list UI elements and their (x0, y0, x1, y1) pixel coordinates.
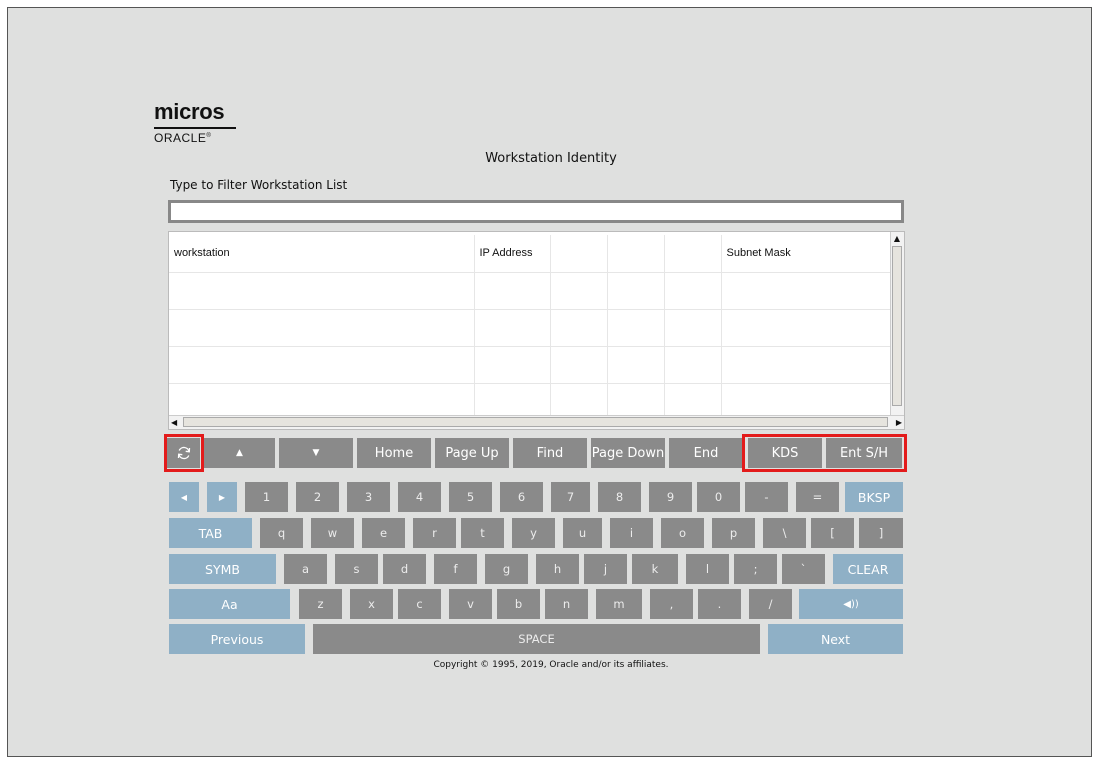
key-7[interactable]: 7 (551, 482, 590, 512)
key-left-arrow[interactable]: ◀ (169, 482, 199, 512)
key-d[interactable]: d (383, 554, 426, 584)
col-header-blank-3 (664, 235, 722, 273)
scroll-up-button[interactable]: ▲ (204, 438, 275, 468)
key-n[interactable]: n (545, 589, 588, 619)
key-b[interactable]: b (497, 589, 540, 619)
key-backslash[interactable]: \ (763, 518, 806, 548)
key-x[interactable]: x (350, 589, 393, 619)
key-previous[interactable]: Previous (169, 624, 305, 654)
key-e[interactable]: e (362, 518, 405, 548)
page-up-button[interactable]: Page Up (435, 438, 509, 468)
key-backtick[interactable]: ` (782, 554, 825, 584)
key-equals[interactable]: = (796, 482, 839, 512)
key-clear[interactable]: CLEAR (833, 554, 903, 584)
key-speaker[interactable]: ◀)) (799, 589, 903, 619)
key-m[interactable]: m (596, 589, 642, 619)
key-0[interactable]: 0 (697, 482, 740, 512)
col-header-ip-address: IP Address (474, 235, 551, 273)
key-symb[interactable]: SYMB (169, 554, 276, 584)
speaker-icon: ◀)) (843, 598, 859, 610)
key-3[interactable]: 3 (347, 482, 390, 512)
arrow-down-icon: ▼ (312, 448, 320, 458)
scroll-down-button[interactable]: ▼ (279, 438, 353, 468)
key-a[interactable]: a (284, 554, 327, 584)
horizontal-scroll-thumb[interactable] (183, 417, 888, 427)
col-header-blank-1 (550, 235, 608, 273)
scroll-left-icon[interactable]: ◀ (171, 416, 177, 429)
arrow-up-icon: ▲ (236, 448, 243, 458)
key-period[interactable]: . (698, 589, 741, 619)
key-right-bracket[interactable]: ] (859, 518, 903, 548)
logo-micros: micros (154, 99, 225, 124)
filter-input[interactable] (168, 200, 904, 223)
key-t[interactable]: t (461, 518, 504, 548)
key-minus[interactable]: - (745, 482, 788, 512)
key-backspace[interactable]: BKSP (845, 482, 903, 512)
key-z[interactable]: z (299, 589, 342, 619)
scroll-right-icon[interactable]: ▶ (896, 416, 902, 429)
key-left-bracket[interactable]: [ (811, 518, 854, 548)
key-p[interactable]: p (712, 518, 755, 548)
table-header-row: workstation IP Address Subnet Mask (169, 235, 891, 273)
key-slash[interactable]: / (749, 589, 792, 619)
key-6[interactable]: 6 (500, 482, 543, 512)
key-o[interactable]: o (661, 518, 704, 548)
key-k[interactable]: k (632, 554, 678, 584)
arrow-right-icon: ▶ (218, 492, 226, 502)
logo-oracle: ORACLE® (154, 131, 212, 145)
page-title: Workstation Identity (485, 151, 617, 166)
key-s[interactable]: s (335, 554, 378, 584)
key-5[interactable]: 5 (449, 482, 492, 512)
key-2[interactable]: 2 (296, 482, 339, 512)
kds-ent-highlight (742, 434, 907, 472)
key-8[interactable]: 8 (598, 482, 641, 512)
key-l[interactable]: l (686, 554, 729, 584)
filter-label: Type to Filter Workstation List (170, 178, 348, 192)
key-case-toggle[interactable]: Aa (169, 589, 290, 619)
logo-rule (154, 127, 236, 129)
home-button[interactable]: Home (357, 438, 431, 468)
key-j[interactable]: j (584, 554, 627, 584)
key-q[interactable]: q (260, 518, 303, 548)
key-h[interactable]: h (536, 554, 579, 584)
key-1[interactable]: 1 (245, 482, 288, 512)
copyright-text: Copyright © 1995, 2019, Oracle and/or it… (433, 660, 669, 670)
col-header-subnet-mask: Subnet Mask (721, 235, 891, 273)
key-4[interactable]: 4 (398, 482, 441, 512)
workstation-table: workstation IP Address Subnet Mask (169, 235, 891, 420)
end-button[interactable]: End (669, 438, 743, 468)
key-comma[interactable]: , (650, 589, 693, 619)
refresh-highlight (164, 434, 204, 472)
key-9[interactable]: 9 (649, 482, 692, 512)
key-space[interactable]: SPACE (313, 624, 760, 654)
arrow-left-icon: ◀ (180, 492, 188, 502)
horizontal-scrollbar[interactable]: ◀ ▶ (169, 415, 904, 429)
key-semicolon[interactable]: ; (734, 554, 777, 584)
col-header-blank-2 (607, 235, 665, 273)
key-g[interactable]: g (485, 554, 528, 584)
vertical-scrollbar[interactable]: ▲ (890, 232, 904, 415)
workstation-grid: workstation IP Address Subnet Mask ▲ ◀ ▶ (168, 231, 905, 430)
key-c[interactable]: c (398, 589, 441, 619)
vertical-scroll-thumb[interactable] (892, 246, 902, 406)
key-tab[interactable]: TAB (169, 518, 252, 548)
key-right-arrow[interactable]: ▶ (207, 482, 237, 512)
scroll-up-icon[interactable]: ▲ (891, 232, 903, 245)
table-row[interactable] (169, 309, 891, 347)
key-u[interactable]: u (563, 518, 602, 548)
key-f[interactable]: f (434, 554, 477, 584)
key-next[interactable]: Next (768, 624, 903, 654)
micros-oracle-logo: micros ORACLE® (154, 101, 236, 145)
key-r[interactable]: r (413, 518, 456, 548)
key-i[interactable]: i (610, 518, 653, 548)
key-v[interactable]: v (449, 589, 492, 619)
table-row[interactable] (169, 346, 891, 384)
key-y[interactable]: y (512, 518, 555, 548)
key-w[interactable]: w (311, 518, 354, 548)
col-header-workstation: workstation (169, 235, 475, 273)
page-down-button[interactable]: Page Down (591, 438, 665, 468)
table-row[interactable] (169, 272, 891, 310)
find-button[interactable]: Find (513, 438, 587, 468)
